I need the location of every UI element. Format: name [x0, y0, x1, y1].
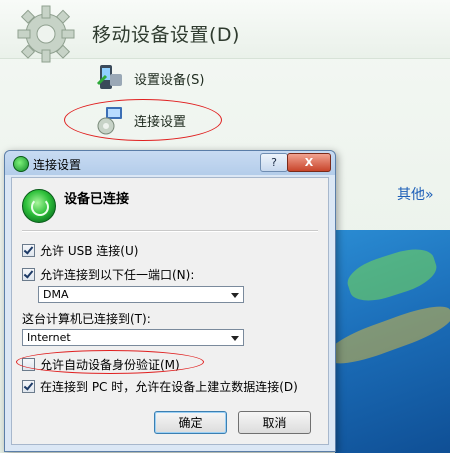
highlight-ellipse-connection [64, 99, 222, 141]
port-option-label: 允许连接到以下任一端口(N): [40, 268, 195, 282]
chevron-down-icon [231, 293, 239, 298]
network-label-row: 这台计算机已连接到(T): [22, 310, 151, 327]
port-select[interactable]: DMA [38, 286, 244, 303]
page-title: 移动设备设置(D) [92, 24, 240, 46]
ok-button[interactable]: 确定 [154, 411, 227, 434]
network-select[interactable]: Internet [22, 329, 244, 346]
highlight-ellipse-auth [16, 350, 204, 374]
network-select-value: Internet [27, 331, 71, 344]
app-icon [13, 156, 29, 172]
connected-status-icon [22, 189, 56, 223]
desktop-wallpaper [323, 230, 450, 453]
network-label: 这台计算机已连接到(T): [22, 312, 151, 326]
help-button[interactable]: ? [260, 153, 288, 172]
port-checkbox[interactable] [22, 268, 35, 281]
connection-settings-dialog: 连接设置 ? X 设备已连接 允许 USB 连接(U) 允许连接到以下任一端口(… [4, 150, 336, 452]
phone-setup-icon [96, 65, 122, 89]
data-connection-option-label: 在连接到 PC 时，允许在设备上建立数据连接(D) [40, 380, 298, 394]
more-label: 其他 [397, 187, 425, 203]
dialog-client-area: 设备已连接 允许 USB 连接(U) 允许连接到以下任一端口(N): DMA 这… [11, 177, 329, 445]
connection-status: 设备已连接 [64, 192, 130, 207]
cancel-button[interactable]: 取消 [238, 411, 311, 434]
more-link[interactable]: 其他» [397, 184, 434, 204]
data-connection-checkbox[interactable] [22, 380, 35, 393]
usb-option-label: 允许 USB 连接(U) [40, 244, 139, 258]
dialog-title: 连接设置 [33, 158, 82, 172]
setup-device-label: 设置设备(S) [134, 72, 205, 88]
wallpaper-streak [343, 242, 441, 308]
port-option-row[interactable]: 允许连接到以下任一端口(N): [22, 266, 194, 283]
chevron-down-icon [231, 336, 239, 341]
setup-device-link[interactable]: 设置设备(S) [94, 62, 204, 94]
wallpaper-streak [323, 298, 450, 372]
divider [22, 230, 318, 232]
gear-icon [17, 5, 75, 63]
port-select-value: DMA [43, 288, 69, 301]
close-button[interactable]: X [287, 153, 331, 172]
usb-option-row[interactable]: 允许 USB 连接(U) [22, 242, 138, 259]
dialog-titlebar[interactable]: 连接设置 ? X [5, 151, 335, 175]
usb-checkbox[interactable] [22, 244, 35, 257]
data-connection-option-row[interactable]: 在连接到 PC 时，允许在设备上建立数据连接(D) [22, 378, 298, 395]
more-chevron-icon: » [425, 187, 434, 203]
